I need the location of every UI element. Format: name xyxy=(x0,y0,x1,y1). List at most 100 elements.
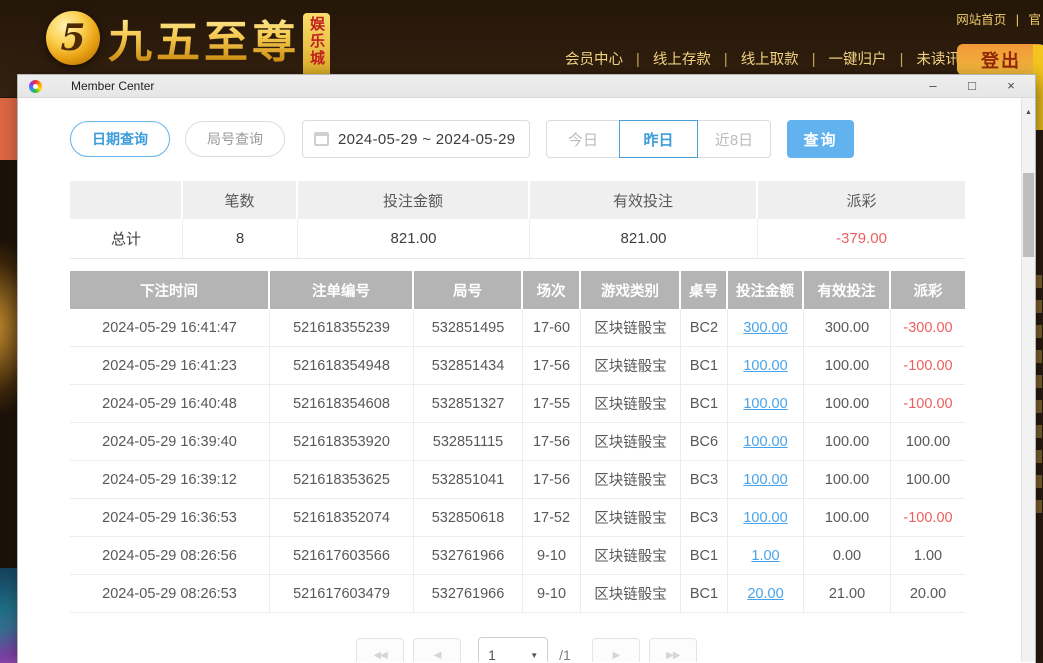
cell-valid-bet: 100.00 xyxy=(804,461,891,498)
cell-table-number: BC3 xyxy=(681,461,728,498)
cell-payout: -100.00 xyxy=(891,347,965,384)
cell-bet-amount[interactable]: 100.00 xyxy=(728,347,804,384)
logout-button[interactable]: 登出 xyxy=(957,44,1043,75)
top-link-home[interactable]: 网站首页 xyxy=(956,13,1006,27)
cell-bet-amount[interactable]: 20.00 xyxy=(728,575,804,612)
member-center-content: 日期查询 局号查询 2024-05-29 ~ 2024-05-29 今日 昨日 … xyxy=(18,98,1035,662)
brand-logo-number: 5 xyxy=(60,17,85,59)
page-select-value: 1 xyxy=(488,647,496,662)
cell-valid-bet: 300.00 xyxy=(804,309,891,346)
cell-order-number: 521618353920 xyxy=(270,423,414,460)
bet-table-header-row: 下注时间 注单编号 局号 场次 游戏类别 桌号 投注金额 有效投注 派彩 xyxy=(70,271,965,309)
cell-bet-time: 2024-05-29 16:40:48 xyxy=(70,385,270,422)
cell-bet-time: 2024-05-29 16:41:47 xyxy=(70,309,270,346)
cell-bet-amount[interactable]: 100.00 xyxy=(728,385,804,422)
screen: 5 九五至尊 娱乐城 网站首页 | 官 会员中心 | 线上存款 | 线上取款 |… xyxy=(0,0,1043,663)
cell-round-number: 532850618 xyxy=(414,499,523,536)
cell-game-type: 区块链骰宝 xyxy=(581,537,681,574)
bet-amount-link[interactable]: 100.00 xyxy=(743,434,787,450)
pagination: ◀◀ ◀ 1 ▼ /1 ▶ ▶▶ xyxy=(18,637,1035,662)
cell-bet-time: 2024-05-29 16:41:23 xyxy=(70,347,270,384)
header-session: 场次 xyxy=(523,271,581,309)
header-bet-time: 下注时间 xyxy=(70,271,270,309)
bet-amount-link[interactable]: 100.00 xyxy=(743,472,787,488)
prev-page-button[interactable]: ◀ xyxy=(413,638,461,662)
nav-item-online-deposit[interactable]: 线上存款 xyxy=(653,52,711,68)
cell-bet-amount[interactable]: 300.00 xyxy=(728,309,804,346)
quick-today-button[interactable]: 今日 xyxy=(546,120,620,158)
cell-valid-bet: 21.00 xyxy=(804,575,891,612)
bet-amount-link[interactable]: 100.00 xyxy=(743,396,787,412)
cell-valid-bet: 100.00 xyxy=(804,499,891,536)
nav-item-one-key-transfer[interactable]: 一键归户 xyxy=(829,52,887,68)
nav-item-online-withdraw[interactable]: 线上取款 xyxy=(741,52,799,68)
top-link-separator: | xyxy=(1016,13,1019,27)
header-game-type: 游戏类别 xyxy=(581,271,681,309)
cell-round-number: 532851434 xyxy=(414,347,523,384)
cell-table-number: BC1 xyxy=(681,575,728,612)
nav-item-member-center[interactable]: 会员中心 xyxy=(565,52,623,68)
nav-separator: | xyxy=(812,52,816,68)
bet-amount-link[interactable]: 100.00 xyxy=(743,358,787,374)
member-nav: 会员中心 | 线上存款 | 线上取款 | 一键归户 | 未读讯息 (0) xyxy=(565,48,996,69)
cell-round-number: 532851115 xyxy=(414,423,523,460)
summary-header-blank xyxy=(70,181,183,219)
bet-amount-link[interactable]: 100.00 xyxy=(743,510,787,526)
cell-bet-time: 2024-05-29 16:36:53 xyxy=(70,499,270,536)
header-round-number: 局号 xyxy=(414,271,523,309)
last-page-button[interactable]: ▶▶ xyxy=(649,638,697,662)
quick-yesterday-button[interactable]: 昨日 xyxy=(619,120,698,158)
cell-bet-amount[interactable]: 1.00 xyxy=(728,537,804,574)
bet-amount-link[interactable]: 300.00 xyxy=(743,320,787,336)
table-row: 2024-05-29 16:41:47521618355239532851495… xyxy=(70,309,965,347)
cell-payout: 100.00 xyxy=(891,461,965,498)
window-titlebar[interactable]: Member Center – □ × xyxy=(18,75,1035,98)
maximize-button[interactable]: □ xyxy=(961,76,983,96)
window-app-icon xyxy=(29,80,42,93)
search-button[interactable]: 查询 xyxy=(787,120,854,158)
cell-order-number: 521617603566 xyxy=(270,537,414,574)
date-range-input[interactable]: 2024-05-29 ~ 2024-05-29 xyxy=(302,120,530,158)
tab-date-query[interactable]: 日期查询 xyxy=(70,121,170,157)
cell-game-type: 区块链骰宝 xyxy=(581,461,681,498)
minimize-button[interactable]: – xyxy=(922,76,944,96)
header-table-number: 桌号 xyxy=(681,271,728,309)
close-button[interactable]: × xyxy=(1000,76,1022,96)
member-center-window: Member Center – □ × 日期查询 局号查询 2024-05-29… xyxy=(18,75,1035,663)
bet-table-body: 2024-05-29 16:41:47521618355239532851495… xyxy=(70,309,965,613)
cell-order-number: 521617603479 xyxy=(270,575,414,612)
tab-round-query[interactable]: 局号查询 xyxy=(185,121,285,157)
brand-subtitle-badge: 娱乐城 xyxy=(303,13,330,83)
bet-amount-link[interactable]: 1.00 xyxy=(751,548,779,564)
quick-last8days-button[interactable]: 近8日 xyxy=(697,120,771,158)
scrollbar-up-arrow-icon[interactable]: ▲ xyxy=(1022,109,1035,116)
cell-payout: 100.00 xyxy=(891,423,965,460)
cell-bet-time: 2024-05-29 08:26:56 xyxy=(70,537,270,574)
cell-bet-amount[interactable]: 100.00 xyxy=(728,461,804,498)
window-title: Member Center xyxy=(71,79,154,93)
cell-round-number: 532851041 xyxy=(414,461,523,498)
cell-payout: 1.00 xyxy=(891,537,965,574)
bet-amount-link[interactable]: 20.00 xyxy=(747,586,783,602)
cell-round-number: 532851495 xyxy=(414,309,523,346)
bet-history-table: 下注时间 注单编号 局号 场次 游戏类别 桌号 投注金额 有效投注 派彩 202… xyxy=(70,271,965,613)
summary-header-count: 笔数 xyxy=(183,181,298,219)
top-link-clipped[interactable]: 官 xyxy=(1028,13,1041,27)
brand-logo-icon[interactable]: 5 xyxy=(46,11,100,65)
cell-bet-amount[interactable]: 100.00 xyxy=(728,499,804,536)
cell-game-type: 区块链骰宝 xyxy=(581,575,681,612)
cell-bet-amount[interactable]: 100.00 xyxy=(728,423,804,460)
page-select[interactable]: 1 ▼ xyxy=(478,637,548,662)
cell-bet-time: 2024-05-29 08:26:53 xyxy=(70,575,270,612)
brand-subtitle: 娱乐城 xyxy=(306,16,327,67)
filter-row: 日期查询 局号查询 2024-05-29 ~ 2024-05-29 今日 昨日 … xyxy=(70,120,1035,158)
scrollbar-thumb[interactable] xyxy=(1023,173,1034,257)
vertical-scrollbar[interactable]: ▲ xyxy=(1021,98,1035,662)
quick-range-group: 今日 昨日 近8日 xyxy=(546,120,771,158)
summary-payout-value: -379.00 xyxy=(758,219,965,258)
cell-order-number: 521618354948 xyxy=(270,347,414,384)
first-page-button[interactable]: ◀◀ xyxy=(356,638,404,662)
table-row: 2024-05-29 16:40:48521618354608532851327… xyxy=(70,385,965,423)
cell-order-number: 521618353625 xyxy=(270,461,414,498)
next-page-button[interactable]: ▶ xyxy=(592,638,640,662)
